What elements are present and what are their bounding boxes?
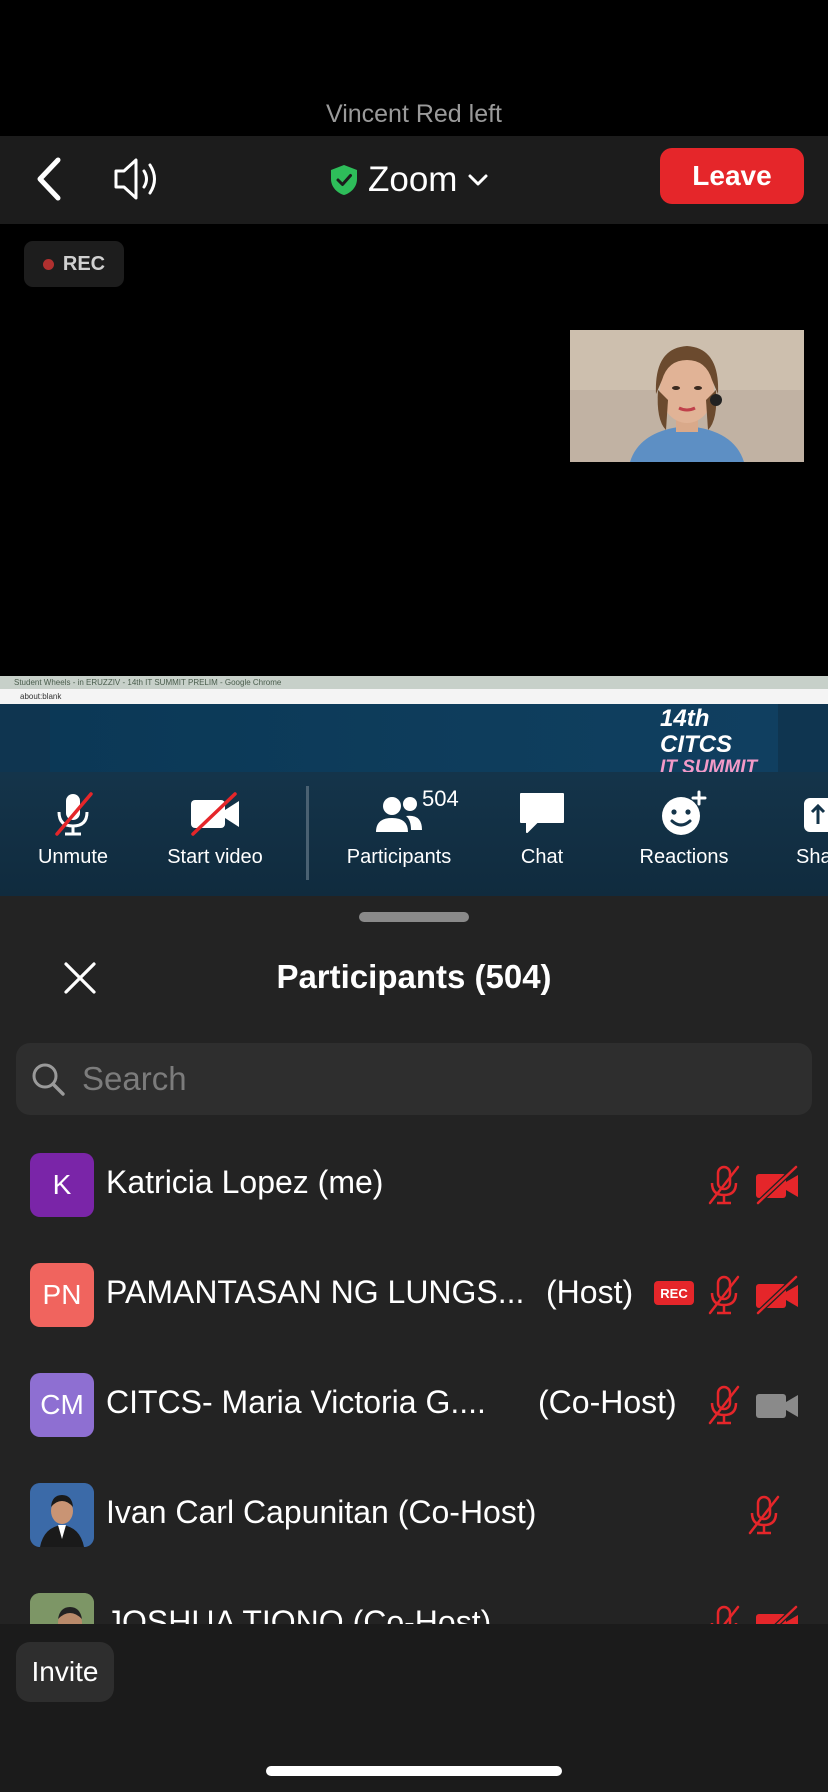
chat-button[interactable]: Chat xyxy=(500,790,584,880)
shared-screen: Student Wheels - in ERUZZIV - 14th IT SU… xyxy=(0,676,828,896)
microphone-muted-icon xyxy=(708,1275,740,1315)
leave-button[interactable]: Leave xyxy=(660,148,804,204)
participant-name: CITCS- Maria Victoria G.... xyxy=(106,1384,486,1420)
avatar: PN xyxy=(30,1263,94,1327)
participant-video-thumbnail[interactable] xyxy=(570,330,804,462)
reactions-button[interactable]: Reactions xyxy=(632,790,736,880)
panel-grabber-handle[interactable] xyxy=(359,912,469,922)
share-icon xyxy=(804,798,828,832)
participants-button[interactable]: 504 Participants xyxy=(340,786,459,880)
recording-dot-icon xyxy=(42,258,54,270)
shared-window-titlebar: Student Wheels - in ERUZZIV - 14th IT SU… xyxy=(0,676,828,689)
share-label: Sha xyxy=(796,846,828,868)
profile-photo-image xyxy=(30,1483,94,1547)
start-video-label: Start video xyxy=(167,846,263,868)
participant-role: (Co-Host) xyxy=(538,1384,677,1420)
avatar: K xyxy=(30,1153,94,1217)
participant-name: Ivan Carl Capunitan (Co-Host) xyxy=(106,1494,537,1530)
emoji-add-icon xyxy=(662,790,707,835)
shield-check-icon xyxy=(331,165,357,195)
person-video-image xyxy=(570,330,804,462)
microphone-muted-icon xyxy=(710,1605,740,1624)
unmute-button[interactable]: Unmute xyxy=(30,790,116,880)
shared-address-bar: about:blank xyxy=(0,689,828,704)
recording-label: REC xyxy=(62,252,106,275)
toolbar-divider xyxy=(306,786,309,880)
start-video-button[interactable]: Start video xyxy=(160,790,270,880)
participants-label: Participants xyxy=(346,846,452,868)
back-chevron-icon[interactable] xyxy=(28,156,74,202)
avatar xyxy=(30,1483,94,1547)
profile-photo-image xyxy=(30,1593,94,1624)
video-camera-off-icon xyxy=(191,792,239,836)
participants-panel-title: Participants (504) xyxy=(276,958,552,995)
participant-name: JOSHUA TIONO (Co-Host) xyxy=(106,1604,492,1624)
microphone-muted-icon xyxy=(55,792,93,836)
recording-indicator: REC xyxy=(24,241,124,287)
participant-row[interactable]: JOSHUA TIONO (Co-Host) xyxy=(0,1570,828,1624)
unmute-label: Unmute xyxy=(37,846,109,868)
search-input[interactable] xyxy=(80,1059,764,1099)
chat-label: Chat xyxy=(520,846,564,868)
meeting-title-dropdown[interactable]: Zoom xyxy=(330,158,489,202)
participant-name: Katricia Lopez (me) xyxy=(106,1164,384,1200)
chevron-down-icon xyxy=(468,174,488,186)
video-camera-off-icon xyxy=(756,1165,798,1205)
summit-logo: 14th CITCS IT SUMMIT xyxy=(660,705,780,778)
chat-bubble-icon xyxy=(520,793,564,833)
participant-row[interactable]: CM CITCS- Maria Victoria G.... (Co-Host) xyxy=(0,1350,828,1460)
microphone-muted-icon xyxy=(708,1165,740,1205)
participant-name: PAMANTASAN NG LUNGS... xyxy=(106,1274,525,1310)
microphone-muted-icon xyxy=(708,1385,740,1425)
participant-search-field[interactable] xyxy=(16,1043,812,1115)
share-button[interactable]: Sha xyxy=(796,790,828,880)
meeting-title: Zoom xyxy=(368,160,458,199)
avatar xyxy=(30,1593,94,1624)
speaker-icon[interactable] xyxy=(110,154,166,204)
participant-list: K Katricia Lopez (me) PN PAMANTASAN NG L… xyxy=(0,1130,828,1624)
video-camera-icon xyxy=(756,1394,798,1418)
invite-button[interactable]: Invite xyxy=(16,1642,114,1702)
meeting-top-bar: Zoom Leave xyxy=(0,136,828,224)
meeting-toolbar: Unmute Start video 504 Participants Chat… xyxy=(0,772,828,896)
rec-badge: REC xyxy=(654,1281,694,1305)
summit-logo-line1: 14th CITCS xyxy=(660,705,732,758)
video-camera-off-icon xyxy=(756,1275,798,1315)
search-icon xyxy=(32,1063,65,1096)
participant-row[interactable]: PN PAMANTASAN NG LUNGS... (Host) REC xyxy=(0,1240,828,1350)
participants-icon xyxy=(376,797,422,832)
microphone-muted-icon xyxy=(748,1495,780,1535)
participant-role: (Host) xyxy=(546,1274,634,1310)
participant-row[interactable]: Ivan Carl Capunitan (Co-Host) xyxy=(0,1460,828,1570)
reactions-label: Reactions xyxy=(639,846,729,868)
participant-row[interactable]: K Katricia Lopez (me) xyxy=(0,1130,828,1240)
avatar: CM xyxy=(30,1373,94,1437)
participants-count-badge: 504 xyxy=(422,786,459,811)
participant-left-notice: Vincent Red left xyxy=(325,100,503,128)
home-indicator[interactable] xyxy=(266,1766,562,1776)
video-camera-off-icon xyxy=(756,1605,798,1624)
